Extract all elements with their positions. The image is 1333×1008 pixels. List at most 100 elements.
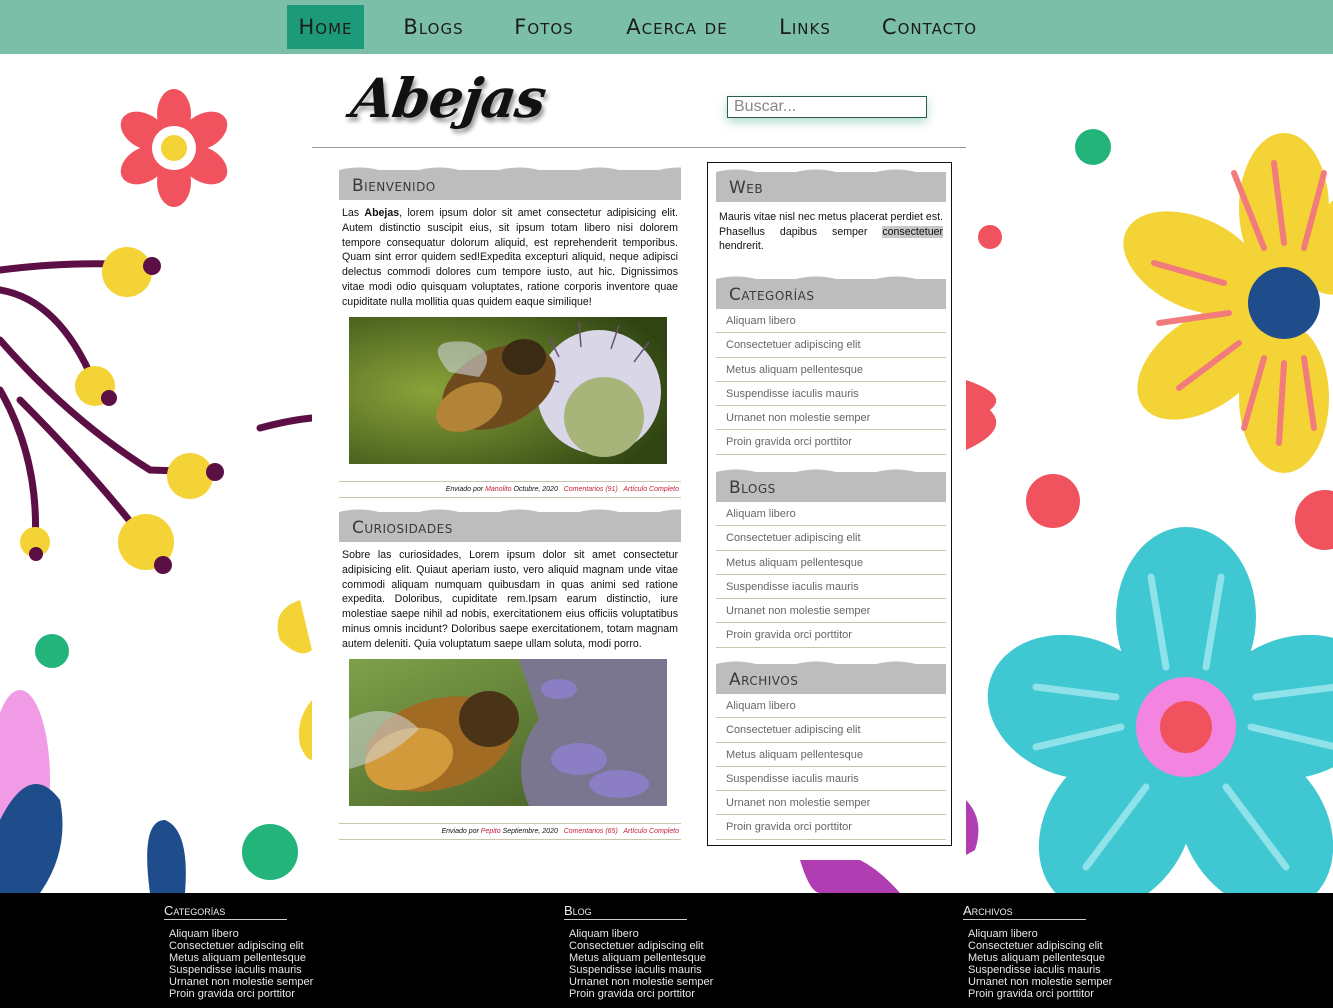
meta-prefix: Enviado por: [445, 486, 484, 493]
footer-link[interactable]: Consectetuer adipiscing elit: [968, 940, 1213, 952]
footer: Categorías Aliquam libero Consectetuer a…: [0, 893, 1333, 1008]
nav-fotos[interactable]: Fotos: [505, 5, 583, 49]
sidebar-link[interactable]: Proin gravida orci porttitor: [716, 623, 946, 648]
footer-link[interactable]: Suspendisse iaculis mauris: [569, 964, 814, 976]
nav-links[interactable]: Links: [770, 5, 840, 49]
nav-home[interactable]: Home: [287, 5, 364, 49]
sidebar-web-text: Mauris vitae nisl nec metus placerat per…: [716, 202, 946, 254]
web-text-highlight: consectetuer: [882, 225, 943, 238]
sidebar-title: Web: [729, 178, 764, 198]
post-body: Las Abejas, lorem ipsum dolor sit amet c…: [339, 200, 681, 310]
wave-decoration: [716, 276, 946, 284]
footer-link[interactable]: Aliquam libero: [968, 928, 1213, 940]
sidebar-link[interactable]: Urnanet non molestie semper: [716, 791, 946, 816]
sidebar-link[interactable]: Aliquam libero: [716, 309, 946, 334]
post-curiosidades: Curiosidades Sobre las curiosidades, Lor…: [339, 509, 681, 806]
sidebar-list: Aliquam libero Consectetuer adipiscing e…: [716, 309, 946, 455]
sidebar-link[interactable]: Consectetuer adipiscing elit: [716, 333, 946, 358]
footer-link[interactable]: Consectetuer adipiscing elit: [569, 940, 814, 952]
bee-on-flower-image: [349, 316, 667, 464]
footer-column-blog: Blog Aliquam libero Consectetuer adipisc…: [564, 903, 814, 1000]
sidebar-archivos: Archivos Aliquam libero Consectetuer adi…: [716, 661, 946, 840]
sidebar-link[interactable]: Suspendisse iaculis mauris: [716, 575, 946, 600]
sidebar-heading: Archivos: [716, 661, 946, 694]
wave-decoration: [716, 661, 946, 669]
read-more-link[interactable]: Artículo Completo: [623, 486, 679, 493]
footer-link[interactable]: Suspendisse iaculis mauris: [169, 964, 414, 976]
footer-link[interactable]: Suspendisse iaculis mauris: [968, 964, 1213, 976]
footer-list: Aliquam libero Consectetuer adipiscing e…: [564, 928, 814, 1000]
sidebar-title: Blogs: [729, 478, 776, 498]
author-link[interactable]: Manolito: [485, 486, 511, 493]
wave-decoration: [339, 167, 681, 175]
sidebar-link[interactable]: Aliquam libero: [716, 502, 946, 527]
site-logo[interactable]: Abejas: [348, 66, 550, 130]
wave-decoration: [716, 469, 946, 477]
sidebar-link[interactable]: Consectetuer adipiscing elit: [716, 718, 946, 743]
sidebar-list: Aliquam libero Consectetuer adipiscing e…: [716, 502, 946, 648]
post-title: Bienvenido: [352, 176, 436, 196]
nav-acerca-de[interactable]: Acerca de: [618, 5, 736, 49]
post-body-bold: Abejas: [364, 207, 400, 219]
sidebar-heading: Categorías: [716, 276, 946, 309]
footer-link[interactable]: Urnanet non molestie semper: [169, 976, 414, 988]
nav-contacto[interactable]: Contacto: [873, 5, 986, 49]
sidebar-heading: Web: [716, 169, 946, 202]
footer-link[interactable]: Consectetuer adipiscing elit: [169, 940, 414, 952]
sidebar-link[interactable]: Metus aliquam pellentesque: [716, 358, 946, 382]
bee-on-lavender-image: [349, 658, 667, 806]
sidebar-title: Categorías: [729, 285, 815, 305]
wave-decoration: [339, 509, 681, 517]
footer-column-categorias: Categorías Aliquam libero Consectetuer a…: [164, 903, 414, 1000]
footer-heading: Categorías: [164, 903, 287, 920]
comments-link[interactable]: Comentarios (91): [564, 486, 618, 493]
sidebar: Web Mauris vitae nisl nec metus placerat…: [707, 162, 952, 846]
search-input[interactable]: [727, 96, 927, 118]
footer-list: Aliquam libero Consectetuer adipiscing e…: [164, 928, 414, 1000]
footer-link[interactable]: Aliquam libero: [569, 928, 814, 940]
nav-blogs[interactable]: Blogs: [395, 5, 472, 49]
footer-link[interactable]: Proin gravida orci porttitor: [569, 988, 814, 1000]
post-meta: Enviado por Pepito Septiembre, 2020 Come…: [339, 823, 681, 840]
post-heading: Bienvenido: [339, 167, 681, 200]
sidebar-link[interactable]: Urnanet non molestie semper: [716, 406, 946, 431]
footer-column-archivos: Archivos Aliquam libero Consectetuer adi…: [963, 903, 1213, 1000]
author-link[interactable]: Pepito: [481, 828, 501, 835]
sidebar-link[interactable]: Urnanet non molestie semper: [716, 599, 946, 624]
wave-decoration: [716, 169, 946, 177]
sidebar-link[interactable]: Suspendisse iaculis mauris: [716, 767, 946, 792]
sidebar-link[interactable]: Consectetuer adipiscing elit: [716, 526, 946, 551]
post-heading: Curiosidades: [339, 509, 681, 542]
sidebar-heading: Blogs: [716, 469, 946, 502]
sidebar-title: Archivos: [729, 670, 799, 690]
sidebar-list: Aliquam libero Consectetuer adipiscing e…: [716, 694, 946, 840]
footer-link[interactable]: Metus aliquam pellentesque: [569, 952, 814, 964]
footer-link[interactable]: Urnanet non molestie semper: [569, 976, 814, 988]
top-navigation: Home Blogs Fotos Acerca de Links Contact…: [0, 0, 1333, 54]
sidebar-link[interactable]: Proin gravida orci porttitor: [716, 815, 946, 840]
sidebar-web: Web Mauris vitae nisl nec metus placerat…: [716, 169, 946, 254]
post-body-lead: Las: [342, 207, 365, 219]
comments-link[interactable]: Comentarios (65): [564, 828, 618, 835]
footer-heading: Blog: [564, 903, 687, 920]
post-bienvenido: Bienvenido Las Abejas, lorem ipsum dolor…: [339, 167, 681, 464]
sidebar-link[interactable]: Metus aliquam pellentesque: [716, 551, 946, 575]
post-title: Curiosidades: [352, 518, 453, 538]
footer-link[interactable]: Aliquam libero: [169, 928, 414, 940]
footer-link[interactable]: Proin gravida orci porttitor: [968, 988, 1213, 1000]
sidebar-blogs: Blogs Aliquam libero Consectetuer adipis…: [716, 469, 946, 648]
footer-link[interactable]: Metus aliquam pellentesque: [968, 952, 1213, 964]
sidebar-link[interactable]: Proin gravida orci porttitor: [716, 430, 946, 455]
read-more-link[interactable]: Artículo Completo: [623, 828, 679, 835]
sidebar-link[interactable]: Suspendisse iaculis mauris: [716, 382, 946, 407]
footer-link[interactable]: Proin gravida orci porttitor: [169, 988, 414, 1000]
meta-prefix: Enviado por: [441, 828, 479, 835]
post-date: Octubre, 2020: [513, 486, 558, 493]
header-divider: [312, 147, 966, 148]
post-body-rest: , lorem ipsum dolor sit amet consectetur…: [342, 207, 678, 308]
footer-link[interactable]: Metus aliquam pellentesque: [169, 952, 414, 964]
sidebar-link[interactable]: Metus aliquam pellentesque: [716, 743, 946, 767]
web-text: hendrerit.: [719, 240, 764, 253]
footer-link[interactable]: Urnanet non molestie semper: [968, 976, 1213, 988]
sidebar-link[interactable]: Aliquam libero: [716, 694, 946, 719]
